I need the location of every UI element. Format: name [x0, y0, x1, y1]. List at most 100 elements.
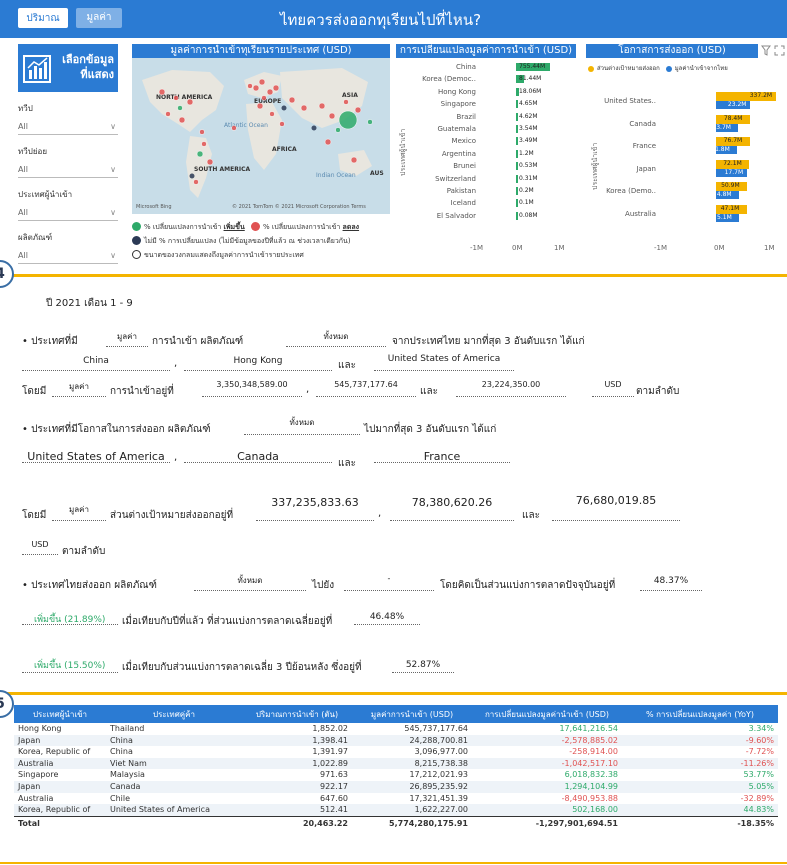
top-opp-2: Canada [237, 450, 279, 463]
bar-category-label: Brazil [456, 112, 476, 121]
bar-value-label: 0.1M [519, 199, 534, 207]
change-bar[interactable] [516, 137, 519, 146]
col-change-pct[interactable]: % การเปลี่ยนแปลงมูลค่า (YoY) [622, 705, 778, 723]
world-map[interactable]: NORTH AMERICA EUROPE ASIA AFRICA SOUTH A… [132, 58, 390, 214]
opp-row: France 76.7M 1.8M [596, 135, 766, 157]
bar-category-label: China [456, 63, 476, 71]
table-row[interactable]: Australia Chile 647.60 17,321,451.39 -8,490,… [14, 793, 778, 805]
s3-mid: ไปยัง [312, 580, 335, 591]
table-cell: -8,490,953.88 [561, 793, 618, 803]
opp-import-value: 23.2M [727, 101, 747, 108]
filter-dropdown[interactable]: All ∨ [18, 205, 118, 221]
green-dot-icon [132, 222, 141, 231]
table-row[interactable]: Korea, Republic of United States of Ameri… [14, 804, 778, 817]
change-bar[interactable] [516, 149, 519, 158]
filter-dropdown[interactable]: All ∨ [18, 119, 118, 135]
volume-button[interactable]: ปริมาณ [18, 8, 68, 28]
map-title: มูลค่าการนำเข้าทุเรียนรายประเทศ (USD) [132, 44, 390, 58]
col-partner[interactable]: ประเทศคู่ค้า [106, 705, 242, 723]
table-cell: -1,042,517.10 [472, 757, 622, 770]
table-cell: 3.34% [748, 724, 774, 733]
filter-list: ทวีป All ∨ ทวีปย่อย All ∨ ประเทศผู้นำเข้า All ∨ ผ… [18, 102, 118, 264]
change-bar[interactable] [516, 187, 518, 195]
opportunity-bar-chart[interactable]: United States.. 337.2M 23.2M Canada 78.4M 3.7… [596, 90, 776, 230]
share-last-year: 46.48% [369, 612, 405, 622]
table-cell: China [110, 747, 133, 757]
table-cell: 1,022.89 [242, 757, 352, 770]
top-import-1: China [83, 356, 109, 366]
import-value-1: 3,350,348,589.00 [216, 380, 288, 389]
filter-dropdown[interactable]: All ∨ [18, 248, 118, 264]
table-cell: 5,774,280,175.91 [352, 815, 472, 831]
table-cell: Hong Kong [18, 724, 62, 733]
unit-2: USD [31, 540, 49, 549]
change-bar[interactable] [516, 211, 518, 220]
filter-value: All [18, 165, 28, 174]
select-data-panel: เลือกข้อมูล ที่แสดง [18, 44, 118, 92]
table-cell: 1,391.97 [312, 747, 348, 757]
value-button[interactable]: มูลค่า [76, 8, 122, 28]
change-bar[interactable] [516, 162, 519, 171]
opp-gap-value: 337.2M [749, 92, 773, 99]
opp-value-1: 337,235,833.63 [271, 496, 359, 509]
opp-gap-value: 50.9M [721, 182, 740, 189]
table-cell: -32.89% [740, 793, 774, 803]
and-1: และ [338, 360, 356, 371]
bar-row: Hong Kong 18.06M [396, 87, 576, 97]
red-dot-icon [250, 222, 260, 231]
filter-dropdown[interactable]: All ∨ [18, 162, 118, 178]
table-cell: -2,578,885.02 [472, 734, 622, 747]
col-importer[interactable]: ประเทศผู้นำเข้า [14, 705, 106, 723]
change-bar[interactable] [516, 125, 519, 133]
change-bar[interactable] [516, 199, 518, 208]
bar-value-label: 755.44M [519, 63, 546, 70]
opportunity-legend: ส่วนต่างเป้าหมายส่งออก มูลค่านำเข้าจากไท… [588, 63, 728, 73]
map-copyright[interactable]: © 2021 TomTom © 2021 Microsoft Corporati… [232, 204, 366, 210]
opp-category-label: France [632, 142, 656, 150]
opp-gap-value: 47.1M [720, 204, 740, 212]
and-3: และ [338, 458, 356, 469]
logo-line-1: เลือกข้อมูล [62, 53, 114, 66]
change-bar[interactable] [516, 100, 519, 109]
col-value[interactable]: มูลค่าการนำเข้า (USD) [352, 705, 472, 723]
table-row[interactable]: Japan Canada 922.17 26,895,235.92 1,294,104.… [14, 780, 778, 793]
table-cell: Japan [14, 734, 106, 747]
bar-row: Korea (Democ.. 81.44M [396, 74, 576, 84]
bar-value-label: 3.54M [519, 125, 538, 132]
s3-product: ทั้งหมด [237, 576, 263, 585]
legend-no-change: ไม่มี % การเปลี่ยนแปลง (ไม่มีข้อมูลของปี… [132, 236, 351, 247]
change-tick-zero: 0M [512, 244, 523, 252]
change-bar-chart[interactable]: China 755.44M Korea (Democ.. 81.44M Hong Kon… [396, 62, 576, 242]
opp-gap-value: 72.1M [723, 159, 742, 167]
by-prefix-2: โดยมี [22, 510, 47, 521]
table-cell: 1,398.41 [242, 734, 352, 747]
bar-category-label: El Salvador [436, 211, 476, 220]
table-cell: Singapore [18, 770, 59, 780]
table-row[interactable]: Japan China 1,398.41 24,288,700.81 -2,578,88… [14, 734, 778, 747]
table-row[interactable]: Singapore Malaysia 971.63 17,212,021.93 6,01… [14, 769, 778, 781]
change-bar[interactable] [516, 174, 519, 183]
table-cell: 1,852.02 [312, 724, 348, 733]
filter-value: All [18, 208, 28, 217]
opp-import-value: 1.8M [715, 146, 730, 153]
s2-suffix: ไปมากที่สุด 3 อันดับแรก ได้แก่ [364, 424, 497, 435]
col-volume[interactable]: ปริมาณการนำเข้า (ตัน) [242, 705, 352, 723]
bar-category-label: Singapore [440, 100, 476, 109]
expand-icon[interactable] [774, 45, 785, 56]
table-row[interactable]: Korea, Republic of China 1,391.97 3,096,977… [14, 746, 778, 758]
bar-category-label: Guatemala [437, 125, 476, 133]
table-total-row[interactable]: Total 20,463.22 5,774,280,175.91 -1,297,901… [14, 815, 778, 831]
navy-dot-icon [132, 236, 141, 245]
bar-row: Singapore 4.65M [396, 99, 576, 109]
filter-icon[interactable] [761, 45, 771, 56]
table-row[interactable]: Australia Viet Nam 1,022.89 8,215,738.38 -1,… [14, 757, 778, 770]
table-cell: Malaysia [110, 770, 145, 780]
table-cell: Chile [110, 793, 131, 803]
change-bar[interactable] [516, 112, 519, 121]
col-change[interactable]: การเปลี่ยนแปลงมูลค่านำเข้า (USD) [472, 705, 622, 723]
table-cell: United States of America [106, 804, 242, 817]
chevron-down-icon: ∨ [110, 165, 116, 174]
section-divider-bottom [0, 692, 787, 695]
table-row[interactable]: Hong Kong Thailand 1,852.02 545,737,177.64 1… [14, 723, 778, 735]
table-cell: 20,463.22 [242, 815, 352, 831]
